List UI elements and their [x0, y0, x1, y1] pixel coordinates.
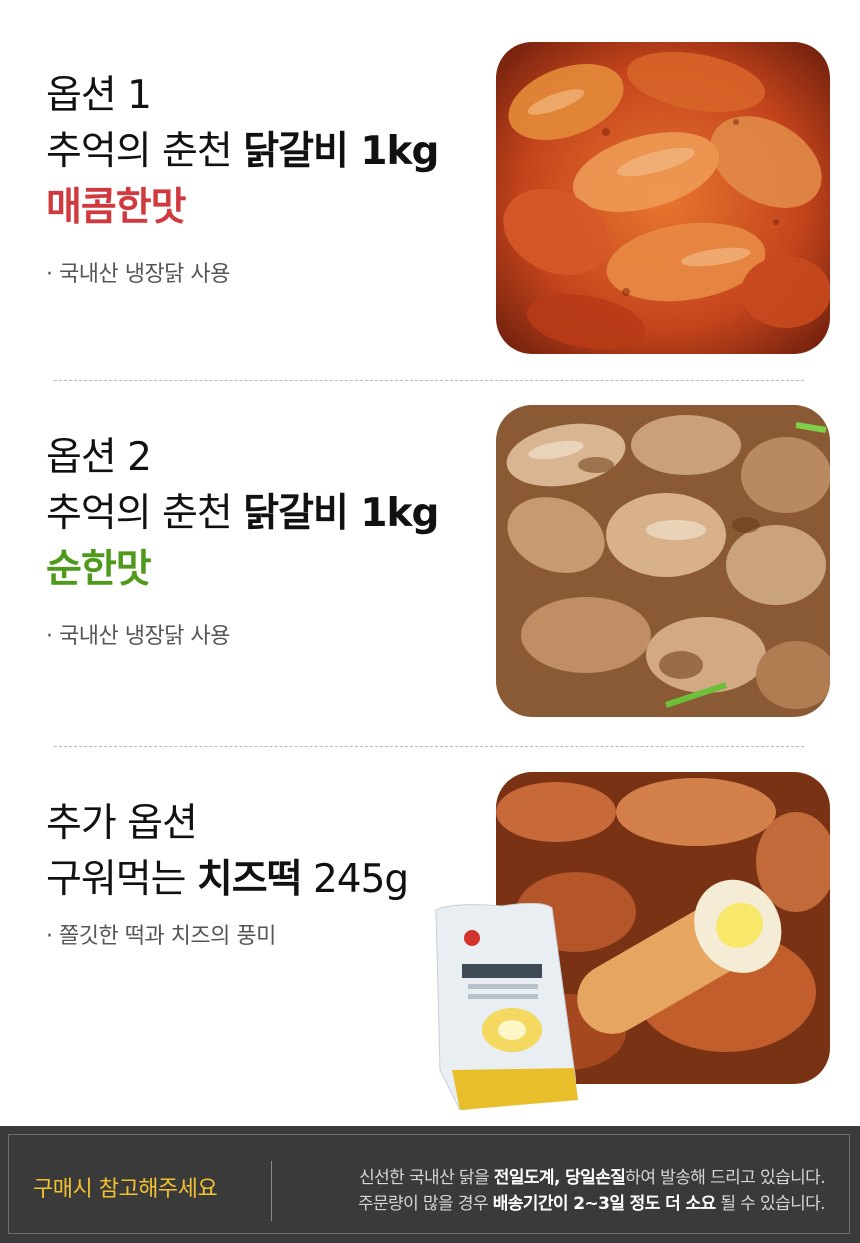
notice-line-2-c: 될 수 있습니다.: [715, 1194, 825, 1214]
mild-dakgalbi-photo: [496, 405, 830, 717]
notice-separator: [271, 1161, 272, 1221]
notice-line-1-a: 신선한 국내산 닭을: [359, 1168, 494, 1188]
notice-line-2-a: 주문량이 많을 경우: [357, 1194, 493, 1214]
option-1-label: 옵션 1: [46, 73, 152, 118]
spicy-dakgalbi-illustration: [496, 42, 830, 354]
notice-line-1: 신선한 국내산 닭을 전일도계, 당일손질하여 발송해 드리고 있습니다.: [358, 1165, 826, 1191]
option-2-text: 옵션 2 추억의 춘천 닭갈비 1kg 순한맛 · 국내산 냉장닭 사용: [46, 430, 439, 650]
cheese-tteok-package-icon: [435, 902, 578, 1111]
extra-option-note: · 쫄깃한 떡과 치즈의 풍미: [46, 924, 276, 949]
option-1-text: 옵션 1 추억의 춘천 닭갈비 1kg 매콤한맛 · 국내산 냉장닭 사용: [46, 68, 439, 288]
option-2-label: 옵션 2: [46, 435, 152, 480]
notice-line-1-c: 하여 발송해 드리고 있습니다.: [625, 1168, 825, 1188]
extra-option-text: 추가 옵션 구워먹는 치즈떡 245g · 쫄깃한 떡과 치즈의 풍미: [46, 796, 409, 950]
option-1-section: 옵션 1 추억의 춘천 닭갈비 1kg 매콤한맛 · 국내산 냉장닭 사용: [0, 0, 860, 380]
notice-line-1-b: 전일도계, 당일손질: [493, 1168, 626, 1188]
purchase-notice-box: 구매시 참고해주세요 신선한 국내산 닭을 전일도계, 당일손질하여 발송해 드…: [8, 1134, 850, 1234]
option-1-title: 추억의 춘천 닭갈비 1kg: [46, 124, 439, 180]
spicy-dakgalbi-photo: [496, 42, 830, 354]
extra-option-prefix: 구워먹는: [46, 857, 197, 902]
option-2-flavor: 순한맛: [46, 547, 152, 592]
option-2-product: 닭갈비 1kg: [243, 491, 439, 536]
purchase-notice-title: 구매시 참고해주세요: [33, 1177, 218, 1202]
option-1-product: 닭갈비 1kg: [243, 129, 439, 174]
notice-line-2: 주문량이 많을 경우 배송기간이 2~3일 정도 더 소요 될 수 있습니다.: [357, 1191, 826, 1217]
option-1-note: · 국내산 냉장닭 사용: [46, 262, 230, 287]
option-2-note: · 국내산 냉장닭 사용: [46, 624, 230, 649]
option-2-prefix: 추억의 춘천: [46, 491, 244, 536]
extra-option-section: 추가 옵션 구워먹는 치즈떡 245g · 쫄깃한 떡과 치즈의 풍미: [0, 746, 860, 1126]
option-2-section: 옵션 2 추억의 춘천 닭갈비 1kg 순한맛 · 국내산 냉장닭 사용: [0, 380, 860, 746]
extra-option-title: 구워먹는 치즈떡 245g: [46, 852, 409, 908]
extra-option-label: 추가 옵션: [46, 801, 198, 846]
purchase-notice-text: 신선한 국내산 닭을 전일도계, 당일손질하여 발송해 드리고 있습니다. 주문…: [357, 1165, 826, 1217]
option-1-flavor: 매콤한맛: [46, 185, 187, 230]
extra-option-product: 치즈떡: [196, 857, 303, 902]
mild-dakgalbi-illustration: [496, 405, 830, 717]
option-1-prefix: 추억의 춘천: [46, 129, 244, 174]
notice-line-2-b: 배송기간이 2~3일 정도 더 소요: [492, 1194, 716, 1214]
extra-option-weight: 245g: [301, 857, 409, 902]
cheese-tteok-package: [432, 900, 582, 1111]
option-2-title: 추억의 춘천 닭갈비 1kg: [46, 486, 439, 542]
purchase-notice-banner: 구매시 참고해주세요 신선한 국내산 닭을 전일도계, 당일손질하여 발송해 드…: [0, 1126, 860, 1243]
